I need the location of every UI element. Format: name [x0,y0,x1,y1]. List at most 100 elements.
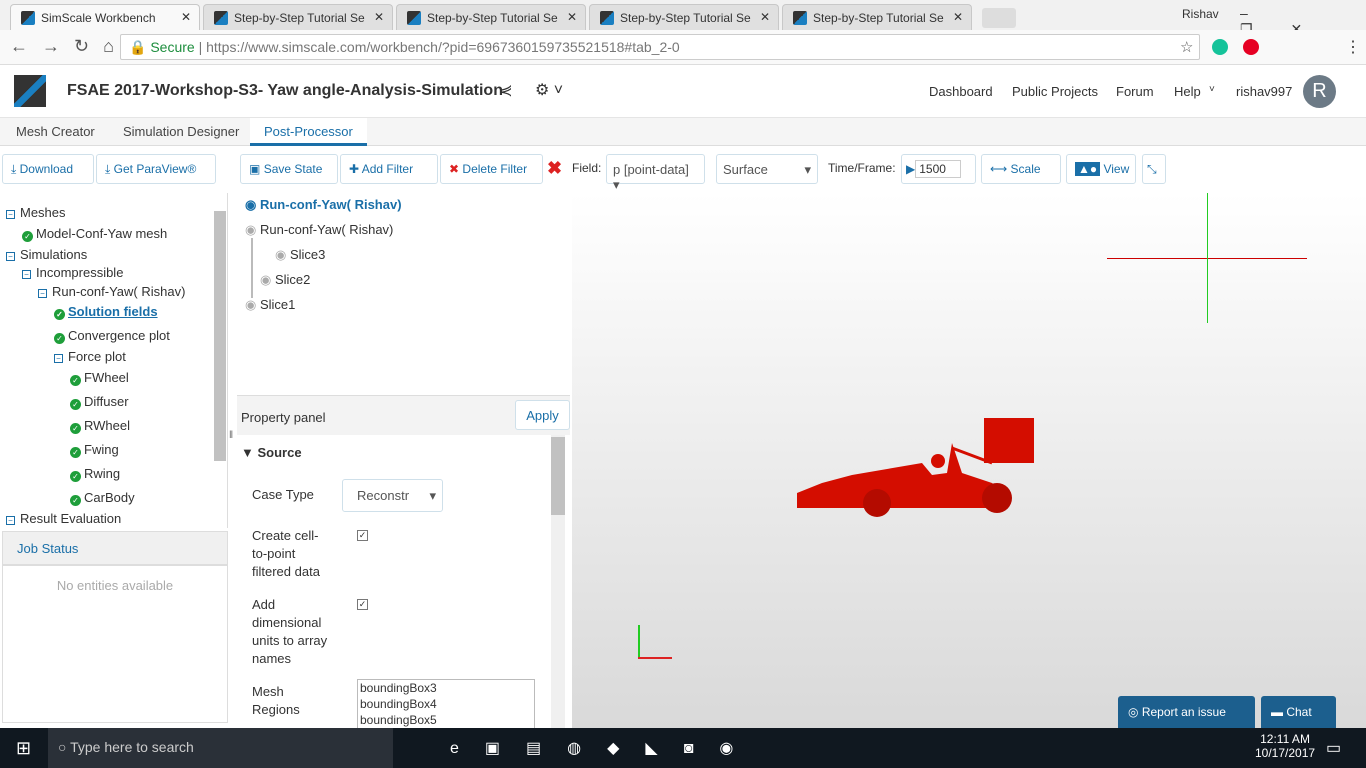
tab-title: SimScale Workbench [41,11,156,25]
tree-label: Solution fields [68,304,158,319]
3d-viewport[interactable]: ◎ Report an issue ▬ Chat [572,193,1366,728]
pinterest-icon[interactable] [1243,39,1259,55]
profile-name[interactable]: Rishav [1182,7,1219,21]
tree-item[interactable]: − Force plot [54,349,126,364]
report-issue-button[interactable]: ◎ Report an issue [1118,696,1255,728]
secure-label: Secure [150,39,195,55]
tree-item[interactable]: ✓ Fwing [70,442,119,458]
get-paraview-button[interactable]: ⤓ Get ParaView® [96,154,216,184]
pipeline-item[interactable]: ◉ Slice3 [275,247,325,263]
job-status-header[interactable]: Job Status [2,531,228,565]
close-icon[interactable]: ✕ [760,10,770,24]
tree-item[interactable]: − Run-conf-Yaw( Rishav) [38,284,185,299]
list-item[interactable]: boundingBox3 [360,680,532,696]
nav-help[interactable]: Help [1174,84,1201,99]
mesh-regions-list[interactable]: boundingBox3 boundingBox4 boundingBox5 [357,679,535,728]
pipeline-item[interactable]: ◉ Run-conf-Yaw( Rishav) [245,222,393,238]
eye-icon[interactable]: ◉ [245,222,256,237]
avatar[interactable]: R [1303,75,1336,108]
source-section-toggle[interactable]: ▼ Source [241,444,302,462]
frame-input[interactable]: 1500 [915,160,962,178]
tree-item[interactable]: ✓ Diffuser [70,394,129,410]
eye-icon[interactable]: ◉ [245,297,256,312]
scale-button[interactable]: ⟷ Scale [981,154,1061,184]
list-item[interactable]: boundingBox5 [360,712,532,728]
tree-item[interactable]: − Simulations [6,247,87,262]
pipeline-item[interactable]: ◉ Slice1 [245,297,295,313]
browser-tab[interactable]: Step-by-Step Tutorial Se ✕ [782,4,972,30]
eye-icon[interactable]: ◉ [245,197,256,212]
representation-select[interactable]: Surface ▾ [716,154,818,184]
simscale-logo[interactable] [14,75,46,107]
tree-item[interactable]: ✓ Rwing [70,466,120,482]
tree-item[interactable]: ✓ Convergence plot [54,328,170,344]
browser-tab[interactable]: Step-by-Step Tutorial Se ✕ [203,4,393,30]
units-checkbox[interactable]: ✓ [357,599,368,610]
pipeline-root[interactable]: ◉ Run-conf-Yaw( Rishav) [245,197,402,213]
tree-label: RWheel [84,418,131,433]
browser-tab[interactable]: Step-by-Step Tutorial Se ✕ [589,4,779,30]
tree-item-selected[interactable]: ✓ Solution fields [54,304,158,320]
download-button[interactable]: ⤓ Download [2,154,94,184]
axes-icon: ⤡ [1147,162,1157,176]
eye-icon[interactable]: ◉ [275,247,286,262]
save-state-button[interactable]: ▣ Save State [240,154,338,184]
username[interactable]: rishav997 [1236,84,1292,99]
tab-post-processor[interactable]: Post-Processor [250,118,367,146]
eye-icon[interactable]: ◉ [260,272,271,287]
url-input[interactable]: 🔒 Secure | https://www.simscale.com/work… [120,34,1200,60]
clock[interactable]: 12:11 AM 10/17/2017 [1255,732,1315,760]
field-select[interactable]: p [point-data] ▾ [606,154,705,192]
gear-icon[interactable]: ⚙ ˅ [535,80,563,100]
play-icon[interactable]: ▶ [906,162,915,176]
notifications-icon[interactable]: ▭ [1326,738,1341,758]
windows-start-icon[interactable]: ⊞ [16,738,31,759]
tree-item[interactable]: − Meshes [6,205,66,220]
tree-item[interactable]: ✓ Model-Conf-Yaw mesh [22,226,167,242]
x-icon: ✖ [449,162,460,176]
simscale-favicon-icon [600,11,614,25]
list-item[interactable]: boundingBox4 [360,696,532,712]
delete-filter-button[interactable]: ✖ Delete Filter [440,154,543,184]
pinned-apps-icon[interactable]: e▣▤◍◆◣◙◉ [450,738,759,758]
apply-button[interactable]: Apply [515,400,570,430]
scrollbar[interactable] [214,211,226,461]
tab-mesh-creator[interactable]: Mesh Creator [16,124,95,139]
pipeline-item[interactable]: ◉ Slice2 [260,272,310,288]
chat-button[interactable]: ▬ Chat [1261,696,1336,728]
tree-item[interactable]: ✓ RWheel [70,418,130,434]
cell-to-point-checkbox[interactable]: ✓ [357,530,368,541]
browser-tab[interactable]: SimScale Workbench ✕ [10,4,200,30]
close-icon[interactable]: ✕ [181,10,191,24]
close-icon[interactable]: ✕ [567,10,577,24]
nav-buttons-icon[interactable]: ←→↻⌂ [10,36,128,57]
tree-item[interactable]: ✓ FWheel [70,370,129,386]
chevron-down-icon[interactable]: ˅ [1209,84,1215,95]
taskbar-search[interactable]: ○ Type here to search [48,728,393,768]
close-icon[interactable]: ✕ [953,10,963,24]
date: 10/17/2017 [1255,746,1316,760]
view-button[interactable]: ▲● View [1066,154,1136,184]
tab-simulation-designer[interactable]: Simulation Designer [123,124,239,139]
tree-item[interactable]: − Incompressible [22,265,123,280]
share-icon[interactable]: ⋞ [500,81,513,99]
nav-public-projects[interactable]: Public Projects [1012,84,1098,99]
nav-forum[interactable]: Forum [1116,84,1154,99]
reset-camera-button[interactable]: ⤡ [1142,154,1166,184]
tree-item[interactable]: − Result Evaluation [6,511,121,526]
tree-item[interactable]: ✓ CarBody [70,490,135,506]
case-type-select[interactable]: Reconstr ▾ [342,479,443,512]
panel-resize-handle[interactable]: ‖ [229,430,233,441]
close-icon[interactable]: ✕ [374,10,384,24]
menu-icon[interactable]: ⋮ [1345,37,1361,57]
tree-label: Fwing [84,442,119,457]
clear-icon[interactable]: ✖ [547,158,562,179]
scrollbar[interactable] [551,435,565,728]
grammarly-icon[interactable] [1212,39,1228,55]
new-tab-button[interactable] [982,8,1016,28]
browser-tab[interactable]: Step-by-Step Tutorial Se ✕ [396,4,586,30]
nav-dashboard[interactable]: Dashboard [929,84,993,99]
add-filter-button[interactable]: ✚ Add Filter [340,154,438,184]
bookmark-star-icon[interactable]: ☆ [1180,38,1193,56]
download-label: Download [19,162,74,176]
